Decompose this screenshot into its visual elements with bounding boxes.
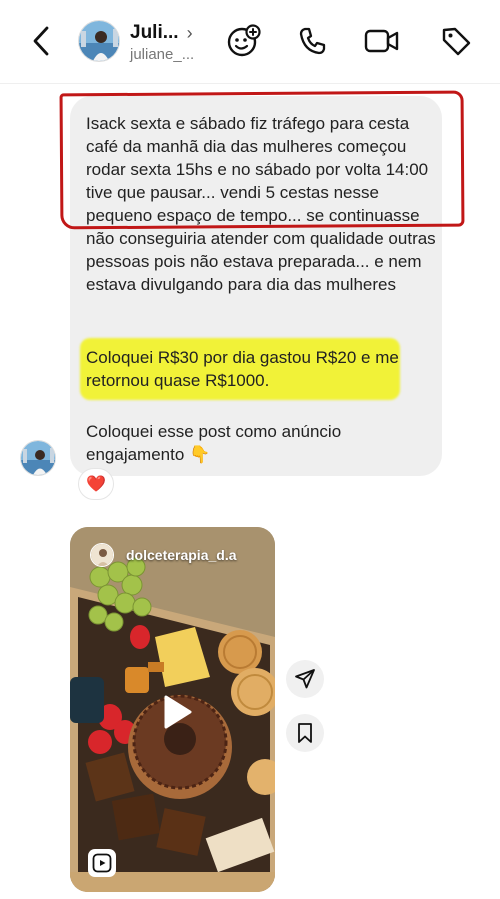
effects-icon[interactable] — [224, 22, 262, 60]
share-icon[interactable] — [286, 660, 324, 698]
avatar[interactable] — [78, 20, 120, 62]
heart-reaction[interactable]: ❤️ — [78, 468, 114, 500]
message-paragraph: Coloquei esse post como anúncio engajame… — [86, 422, 342, 464]
contact-name[interactable]: Juli... — [130, 22, 179, 44]
bookmark-icon[interactable] — [286, 714, 324, 752]
back-chevron-icon[interactable] — [24, 24, 58, 58]
contact-username: juliane_... — [130, 46, 195, 63]
message-paragraph-highlighted: Coloquei R$30 por dia gastou R$20 e me r… — [86, 348, 399, 390]
chat-header: Juli... › juliane_... — [0, 0, 500, 84]
play-icon[interactable] — [156, 693, 194, 731]
heart-icon: ❤️ — [86, 476, 106, 493]
reel-avatar[interactable] — [90, 543, 114, 567]
video-icon[interactable] — [363, 22, 401, 60]
chevron-right-icon: › — [186, 22, 193, 43]
reels-icon — [88, 849, 116, 877]
tag-icon[interactable] — [437, 22, 475, 60]
contact-name-row[interactable]: Juli... › — [130, 22, 193, 44]
reel-username[interactable]: dolceterapia_d.a — [126, 547, 237, 563]
sender-avatar[interactable] — [20, 440, 56, 476]
phone-icon[interactable] — [293, 22, 331, 60]
reel-preview[interactable]: dolceterapia_d.a — [70, 527, 275, 892]
red-annotation-box — [59, 90, 465, 230]
